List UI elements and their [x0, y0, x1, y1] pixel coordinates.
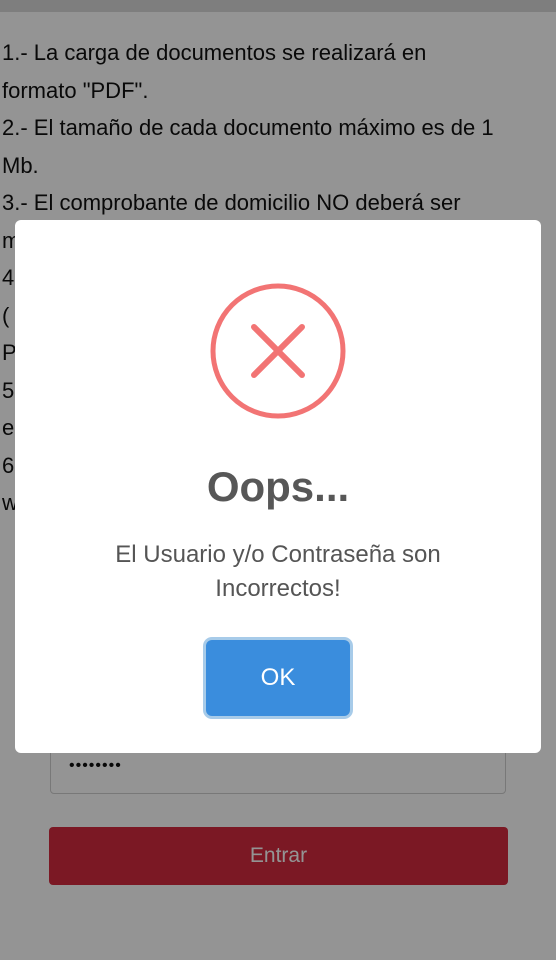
dialog-title: Oops...: [206, 463, 350, 510]
dialog-message-line: Incorrectos!: [215, 575, 341, 602]
error-dialog: Oops... El Usuario y/o Contraseña son In…: [15, 220, 541, 753]
dialog-message: El Usuario y/o Contraseña son Incorrecto…: [75, 538, 481, 606]
ok-button[interactable]: OK: [206, 640, 350, 716]
error-x-icon: [210, 283, 346, 419]
dialog-message-line: El Usuario y/o Contraseña son: [115, 541, 441, 568]
